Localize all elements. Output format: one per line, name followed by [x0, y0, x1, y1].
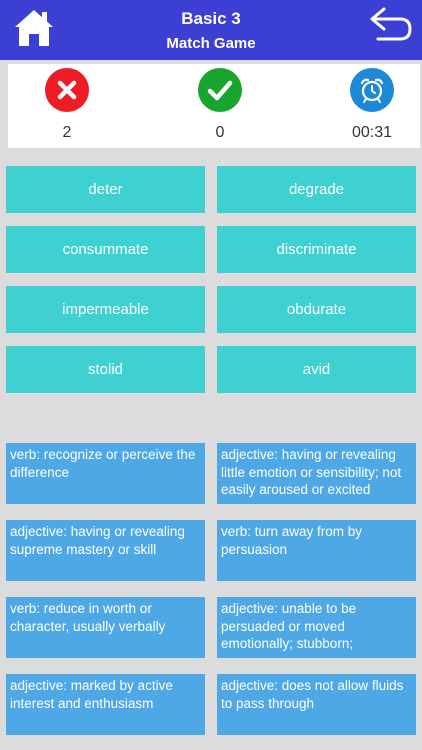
- timer-badge: [350, 68, 394, 112]
- back-button[interactable]: [368, 5, 414, 45]
- definition-tile[interactable]: adjective: marked by active interest and…: [6, 674, 205, 735]
- check-icon: [207, 80, 233, 101]
- correct-badge: [198, 68, 242, 112]
- scoreboard: 2 0 00:31: [8, 64, 420, 148]
- word-tile[interactable]: stolid: [6, 346, 205, 393]
- correct-stat: 0: [190, 68, 250, 142]
- definition-tile[interactable]: adjective: having or revealing supreme m…: [6, 520, 205, 581]
- back-arrow-icon: [370, 7, 412, 41]
- timer-stat: 00:31: [342, 68, 402, 142]
- word-tile[interactable]: avid: [217, 346, 416, 393]
- x-icon: [57, 80, 77, 100]
- definition-tile[interactable]: adjective: does not allow fluids to pass…: [217, 674, 416, 735]
- page-title: Basic 3: [181, 9, 241, 28]
- page-subtitle: Match Game: [166, 35, 256, 52]
- timer-value: 00:31: [351, 124, 393, 141]
- word-tile[interactable]: consummate: [6, 226, 205, 273]
- wrong-count: 2: [62, 124, 72, 141]
- correct-count: 0: [215, 124, 225, 141]
- definition-tile[interactable]: adjective: unable to be persuaded or mov…: [217, 597, 416, 658]
- word-tile[interactable]: impermeable: [6, 286, 205, 333]
- definition-tile[interactable]: verb: turn away from by persuasion: [217, 520, 416, 581]
- word-tile[interactable]: degrade: [217, 166, 416, 213]
- definition-tile[interactable]: adjective: having or revealing little em…: [217, 443, 416, 504]
- definition-tile[interactable]: verb: reduce in worth or character, usua…: [6, 597, 205, 658]
- word-tile[interactable]: obdurate: [217, 286, 416, 333]
- word-tile[interactable]: deter: [6, 166, 205, 213]
- definition-tile[interactable]: verb: recognize or perceive the differen…: [6, 443, 205, 504]
- wrong-stat: 2: [37, 68, 97, 142]
- alarm-clock-icon: [360, 78, 384, 103]
- header-bar: Basic 3 Match Game: [0, 0, 422, 60]
- wrong-badge: [45, 68, 89, 112]
- word-tile[interactable]: discriminate: [217, 226, 416, 273]
